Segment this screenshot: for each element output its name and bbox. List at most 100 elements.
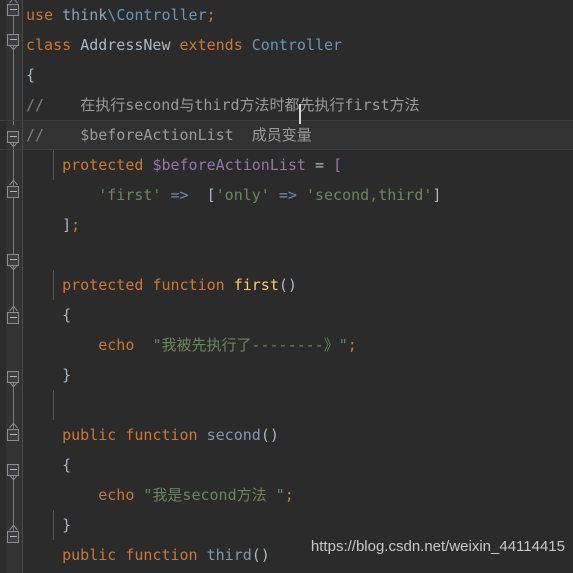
code-token: 在执行second与third方法时都先执行first方法	[80, 96, 420, 114]
editor-gutter[interactable]	[0, 0, 23, 573]
code-token: public	[62, 546, 117, 564]
code-line-text: echo "我是second方法 ";	[23, 486, 293, 504]
code-token: function	[125, 546, 198, 564]
code-line[interactable]: use think\Controller;	[23, 0, 573, 30]
fold-chevron-icon	[9, 0, 18, 3]
watermark-url: https://blog.csdn.net/weixin_44114415	[310, 538, 565, 555]
code-line[interactable]: protected function first()	[23, 270, 573, 300]
code-line[interactable]: // $beforeActionList 成员变量	[0, 120, 573, 150]
minus-icon	[10, 136, 17, 137]
fold-toggle-icon[interactable]	[6, 3, 21, 18]
code-token: ;	[347, 336, 357, 354]
fold-toggle-icon[interactable]	[6, 130, 21, 145]
fold-toggle-icon[interactable]	[6, 530, 21, 545]
code-token: \	[107, 6, 117, 24]
code-token: third	[206, 546, 252, 564]
fold-chevron-icon	[9, 382, 18, 387]
code-line[interactable]: // 在执行second与third方法时都先执行first方法	[23, 90, 573, 120]
code-line[interactable]: {	[23, 300, 573, 330]
minus-icon	[10, 317, 17, 318]
code-line[interactable]: echo "我是second方法 ";	[23, 480, 573, 510]
code-line[interactable]: ];	[23, 210, 573, 240]
code-line-text: {	[23, 306, 71, 324]
fold-rail	[13, 137, 14, 322]
code-line[interactable]: }	[23, 510, 573, 540]
code-line[interactable]	[23, 390, 573, 420]
code-token: [	[206, 186, 216, 204]
code-line-text: 'first' => ['only' => 'second,third']	[23, 186, 441, 204]
minus-icon	[10, 434, 17, 435]
code-token: =	[305, 156, 334, 174]
fold-toggle-icon[interactable]	[6, 370, 21, 385]
code-line-text: ];	[23, 216, 80, 234]
code-line-text: {	[23, 456, 71, 474]
code-content[interactable]: use think\Controller; class AddressNew ex…	[0, 0, 573, 573]
code-line-text: // 在执行second与third方法时都先执行first方法	[23, 96, 420, 114]
code-line[interactable]: protected $beforeActionList = [	[23, 150, 573, 180]
code-line[interactable]: 'first' => ['only' => 'second,third']	[23, 180, 573, 210]
fold-box	[7, 531, 19, 543]
minus-icon	[10, 469, 17, 470]
fold-toggle-icon[interactable]	[6, 428, 21, 443]
code-editor[interactable]: use think\Controller; class AddressNew ex…	[0, 0, 573, 573]
code-token: ;	[71, 216, 81, 234]
code-token: {	[26, 66, 36, 84]
code-line[interactable]: public function second()	[23, 420, 573, 450]
fold-box	[7, 312, 19, 324]
fold-chevron-icon	[9, 45, 18, 50]
fold-box	[7, 429, 19, 441]
code-line[interactable]: {	[23, 450, 573, 480]
code-line[interactable]: }	[23, 360, 573, 390]
minus-icon	[10, 259, 17, 260]
fold-toggle-icon[interactable]	[6, 463, 21, 478]
code-line-text: protected function first()	[23, 276, 297, 294]
code-line-text: }	[23, 516, 71, 534]
fold-toggle-icon[interactable]	[6, 311, 21, 326]
code-token: Controller	[116, 6, 207, 24]
code-line-text: // $beforeActionList 成员变量	[23, 126, 312, 144]
code-token: function	[152, 276, 225, 294]
code-line-text: public function third()	[23, 546, 270, 564]
code-line[interactable]: class AddressNew extends Controller	[23, 30, 573, 60]
code-token: Controller	[251, 36, 343, 54]
code-line[interactable]: echo "我被先执行了--------》";	[23, 330, 573, 360]
code-token: "我是second方法 "	[143, 486, 285, 504]
code-token: $beforeActionList 成员变量	[80, 126, 312, 144]
code-token: echo	[98, 486, 135, 504]
code-lines[interactable]: use think\Controller; class AddressNew ex…	[0, 0, 573, 573]
code-line-text: {	[23, 66, 35, 84]
code-token: echo	[98, 336, 135, 354]
minus-icon	[10, 39, 17, 40]
code-token: }	[62, 366, 72, 384]
fold-toggle-icon[interactable]	[6, 253, 21, 268]
code-line[interactable]: {	[23, 60, 573, 90]
fold-box	[7, 186, 19, 198]
code-token: class	[26, 36, 72, 54]
code-token: public	[62, 426, 117, 444]
code-token: =>	[170, 186, 189, 204]
fold-toggle-icon[interactable]	[6, 185, 21, 200]
fold-box	[7, 4, 19, 16]
fold-toggle-icon[interactable]	[6, 33, 21, 48]
code-line[interactable]	[23, 240, 573, 270]
code-token: [	[333, 156, 343, 174]
code-token: ()	[278, 276, 297, 294]
fold-chevron-icon	[9, 142, 18, 147]
